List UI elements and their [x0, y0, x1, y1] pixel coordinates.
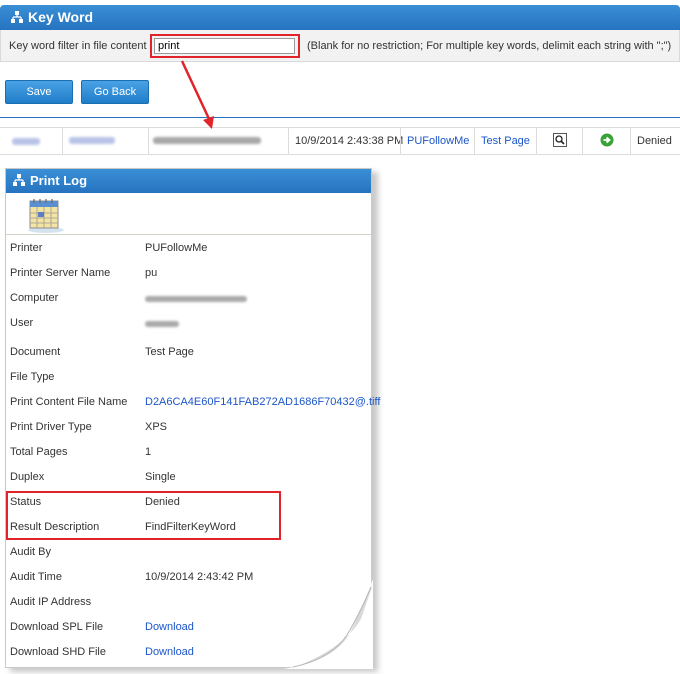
redacted-computer [145, 296, 247, 302]
field-value-printer: PUFollowMe [145, 242, 208, 254]
field-label-content-file: Print Content File Name [10, 396, 128, 408]
keyword-filter-hint: (Blank for no restriction; For multiple … [307, 40, 672, 52]
field-label-duplex: Duplex [10, 471, 45, 483]
panel-rule [6, 234, 371, 235]
field-value-total-pages: 1 [145, 446, 152, 458]
keyword-filter-row: Key word filter in file content (Blank f… [0, 30, 680, 62]
field-label-driver-type: Print Driver Type [10, 421, 92, 433]
field-label-user: User [10, 317, 34, 329]
field-label-printer-server: Printer Server Name [10, 267, 111, 279]
calendar-icon [28, 199, 64, 233]
field-label-result-description: Result Description [10, 521, 100, 533]
download-shd-link[interactable]: Download [145, 646, 194, 658]
page-curl [283, 579, 373, 669]
keyword-panel-header: Key Word [0, 5, 680, 30]
field-label-audit-time: Audit Time [10, 571, 62, 583]
field-label-download-spl: Download SPL File [10, 621, 104, 633]
section-divider [0, 117, 680, 118]
redacted-cell-user [62, 128, 148, 154]
field-value-result-description: FindFilterKeyWord [145, 521, 236, 533]
save-button[interactable]: Save [5, 80, 73, 104]
redacted-user [145, 321, 179, 327]
content-file-link[interactable]: D2A6CA4E60F141FAB272AD1686F70432@.tiff [145, 396, 380, 408]
field-value-driver-type: XPS [145, 421, 168, 433]
magnifier-icon[interactable] [553, 133, 567, 147]
field-value-duplex: Single [145, 471, 176, 483]
field-value-status: Denied [145, 496, 180, 508]
field-label-printer: Printer [10, 242, 43, 254]
sitemap-icon [11, 11, 23, 23]
log-datetime: 10/9/2014 2:43:38 PM [288, 128, 403, 154]
field-label-file-type: File Type [10, 371, 55, 383]
go-back-button[interactable]: Go Back [81, 80, 149, 104]
field-label-document: Document [10, 346, 61, 358]
print-log-panel: Print Log Printer PUFollowMe Printer Ser… [5, 168, 380, 669]
action-cell [582, 128, 630, 154]
keyword-panel-title: Key Word [28, 9, 94, 25]
keyword-filter-label: Key word filter in file content [9, 40, 147, 52]
field-value-document: Test Page [145, 346, 194, 358]
log-document-link[interactable]: Test Page [474, 128, 536, 154]
sitemap-icon [13, 174, 25, 186]
redacted-cell-computer [148, 128, 288, 154]
print-log-title: Print Log [30, 173, 88, 188]
field-label-status: Status [10, 496, 42, 508]
log-printer-link[interactable]: PUFollowMe [400, 128, 474, 154]
print-log-header: Print Log [6, 169, 371, 193]
table-row[interactable]: 10/9/2014 2:43:38 PM PUFollowMe Test Pag… [0, 127, 680, 155]
view-cell [536, 128, 582, 154]
keyword-filter-input[interactable] [154, 38, 295, 54]
field-label-audit-by: Audit By [10, 546, 51, 558]
field-value-printer-server: pu [145, 267, 158, 279]
field-label-download-shd: Download SHD File [10, 646, 106, 658]
field-label-total-pages: Total Pages [10, 446, 68, 458]
field-label-audit-ip: Audit IP Address [10, 596, 92, 608]
field-value-audit-time: 10/9/2014 2:43:42 PM [145, 571, 254, 583]
keyword-input-highlight [150, 34, 300, 58]
green-arrow-icon[interactable] [600, 133, 614, 147]
download-spl-link[interactable]: Download [145, 621, 194, 633]
log-status: Denied [630, 128, 680, 154]
field-label-computer: Computer [10, 292, 59, 304]
redacted-cell [12, 138, 40, 145]
